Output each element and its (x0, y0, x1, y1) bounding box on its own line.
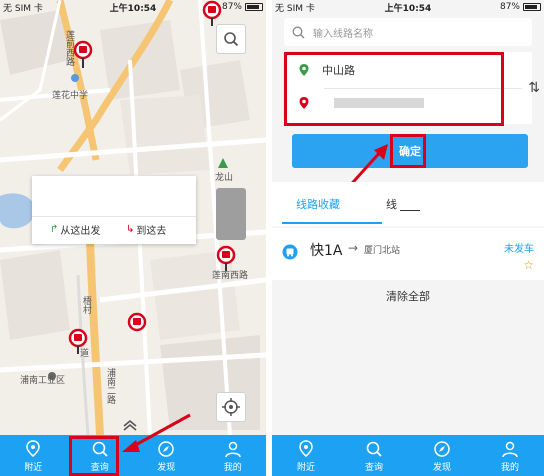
location-pin-icon (26, 440, 41, 457)
favorites-tabs: 线路收藏 线 (272, 182, 544, 226)
search-icon (366, 441, 382, 457)
location-popup: ↱ 从这出发 ↳ 到这去 (32, 176, 196, 244)
go-here-label: 到这去 (136, 226, 167, 237)
bottom-tab-bar: 附近 查询 发现 我的 (272, 435, 544, 476)
location-pin-icon (299, 440, 313, 457)
battery-icon (523, 3, 541, 11)
highlight-box (390, 134, 426, 168)
tab-line-favorites[interactable]: 线路收藏 (296, 196, 340, 212)
map-label: 道 (80, 349, 90, 359)
map-label: 莲前西路 (64, 30, 74, 66)
tab-label: 查询 (364, 463, 383, 473)
bus-stop-pin-4[interactable] (127, 312, 147, 332)
depart-arrow-icon: ↱ (50, 224, 59, 235)
line-name: 快1A (310, 243, 343, 259)
clear-all-button[interactable]: 清除全部 (272, 288, 544, 304)
tab-label: 发现 (157, 463, 176, 473)
compass-icon (158, 441, 174, 457)
map-label: 浦南二路 (105, 368, 115, 404)
tab-nearby[interactable]: 附近 (0, 435, 67, 476)
tab-label: 发现 (432, 463, 451, 473)
tab-nearby[interactable]: 附近 (272, 435, 340, 476)
tab-station-favorites[interactable]: 线 (386, 196, 397, 212)
map-label: 莲花中学 (52, 91, 89, 101)
map-screen: 莲花中学 龙山 莲南西路 浦南工业区 浦南二路 莲前西路 梧村 道 无 SIM … (0, 0, 266, 476)
crosshair-icon (222, 398, 240, 416)
tab-label: 我的 (223, 463, 242, 473)
tab-mine[interactable]: 我的 (476, 435, 544, 476)
map-label: 浦南工业区 (20, 376, 66, 386)
bottom-tab-bar: 附近 查询 发现 我的 (0, 435, 266, 476)
tab-label: 附近 (296, 463, 315, 473)
tab-query[interactable]: 查询 (340, 435, 408, 476)
favorite-line-item[interactable]: 快1A → 厦门北站 未发车 ☆ (272, 228, 544, 280)
depart-here-button[interactable]: ↱ 从这出发 (50, 222, 100, 237)
highlight-box (284, 52, 504, 126)
line-status: 未发车 (504, 244, 534, 255)
active-tab-indicator (282, 222, 382, 224)
map-label: 梧村 (81, 296, 91, 314)
battery-icon (245, 3, 263, 11)
person-icon (502, 441, 518, 458)
search-icon (224, 32, 239, 47)
query-screen: 无 SIM 卡 上午10:54 87% 输入线路名称 中山路 ⇅ 确定 线路收藏 (272, 0, 544, 476)
tab-label: 我的 (500, 463, 519, 473)
search-placeholder: 输入线路名称 (313, 28, 373, 40)
highlight-box (69, 436, 119, 476)
tab-mine[interactable]: 我的 (200, 435, 267, 476)
map-label: 莲南西路 (212, 271, 249, 281)
school-marker-icon (71, 74, 79, 82)
direction-arrow-icon: → (348, 241, 359, 255)
status-time: 上午10:54 (109, 3, 157, 14)
status-bar: 无 SIM 卡 上午10:54 87% (272, 0, 544, 14)
tab-label: 附近 (24, 463, 43, 473)
status-bar: 无 SIM 卡 上午10:54 87% (0, 0, 266, 14)
tab-discover[interactable]: 发现 (408, 435, 476, 476)
bus-icon (282, 244, 298, 260)
line-destination: 厦门北站 (364, 246, 401, 256)
depart-here-label: 从这出发 (60, 226, 101, 237)
tab-discover[interactable]: 发现 (133, 435, 200, 476)
map-label: 龙山 (215, 173, 234, 183)
arrive-arrow-icon: ↳ (126, 224, 135, 235)
line-search-input[interactable]: 输入线路名称 (284, 18, 532, 46)
go-here-button[interactable]: ↳ 到这去 (126, 222, 166, 237)
swap-stations-icon[interactable]: ⇅ (528, 80, 540, 96)
locate-button[interactable] (216, 392, 246, 422)
search-icon (292, 26, 305, 38)
person-icon (225, 441, 241, 458)
map-search-button[interactable] (216, 24, 246, 54)
status-time: 上午10:54 (384, 3, 432, 14)
compass-icon (434, 441, 450, 457)
star-icon[interactable]: ☆ (523, 258, 534, 272)
map-layer-button[interactable] (216, 188, 246, 240)
